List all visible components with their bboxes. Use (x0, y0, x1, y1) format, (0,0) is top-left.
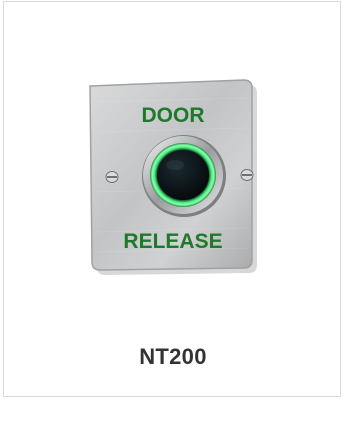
left-screw-icon (105, 171, 119, 183)
product-image[interactable]: DOOR RELEASE (4, 2, 342, 312)
right-screw-icon (240, 169, 254, 181)
product-card[interactable]: DOOR RELEASE NT200 (3, 1, 341, 397)
release-button-icon (142, 135, 226, 217)
plate-text-release: RELEASE (123, 230, 222, 253)
product-title: NT200 (139, 344, 207, 369)
plate-text-door: DOOR (142, 104, 205, 127)
